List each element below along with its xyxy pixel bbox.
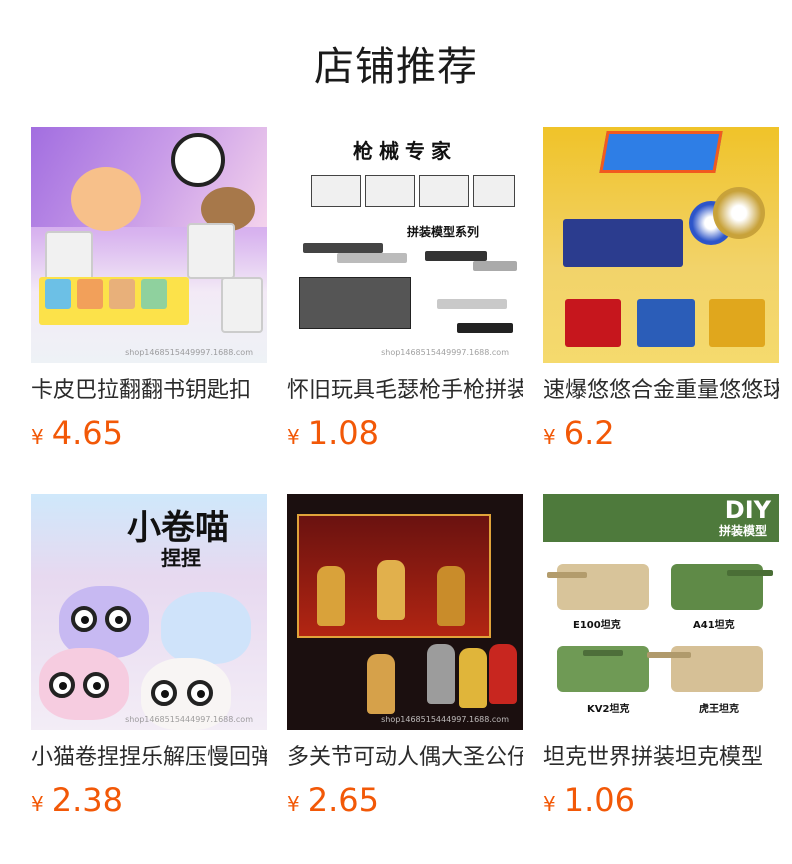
series-label: 拼装模型系列 xyxy=(407,225,480,239)
cat-eye xyxy=(49,672,75,698)
figure xyxy=(317,566,345,626)
brand-logo xyxy=(599,131,723,173)
display-row xyxy=(563,219,683,267)
currency-symbol: ¥ xyxy=(287,425,300,449)
product-name[interactable]: 速爆悠悠合金重量悠悠球 xyxy=(543,377,779,405)
product-card[interactable]: shop1468515449997.1688.com 卡皮巴拉翻翻书钥匙扣 ¥4… xyxy=(31,127,267,457)
diy-badge: DIY xyxy=(724,496,771,524)
product-price: ¥6.2 xyxy=(543,415,779,457)
tank-model xyxy=(557,564,649,610)
keychain-box xyxy=(141,279,167,309)
product-price: ¥1.06 xyxy=(543,782,779,824)
tank-label: A41坦克 xyxy=(693,620,735,631)
figure xyxy=(377,560,405,620)
product-image[interactable]: shop1468515449997.1688.com xyxy=(31,127,267,363)
yoyo xyxy=(713,187,765,239)
gun-box xyxy=(473,175,515,207)
pistol-model xyxy=(473,261,517,271)
image-subtitle: 捏捏 xyxy=(161,546,201,570)
cat-illustration xyxy=(71,167,141,231)
display-crate xyxy=(299,277,411,329)
product-price: ¥2.65 xyxy=(287,782,523,824)
price-value: 6.2 xyxy=(563,414,615,452)
tank-label: 虎王坦克 xyxy=(699,704,739,715)
watermark: shop1468515444997.1688.com xyxy=(125,715,253,724)
price-value: 4.65 xyxy=(51,414,123,452)
product-card[interactable]: 枪械专家 拼装模型系列 shop1468515449997.1688.com 怀… xyxy=(287,127,523,457)
figure xyxy=(489,644,517,704)
cat-eye xyxy=(105,606,131,632)
yoyo-package xyxy=(709,299,765,347)
product-price: ¥4.65 xyxy=(31,415,267,457)
gun-box xyxy=(311,175,361,207)
yoyo-package xyxy=(637,299,695,347)
product-price: ¥2.38 xyxy=(31,782,267,824)
cat-squishy xyxy=(161,592,251,664)
pistol-model xyxy=(437,299,507,309)
tank-barrel xyxy=(583,650,623,656)
product-card[interactable]: DIY 拼装模型 E100坦克 A41坦克 KV2坦克 虎王坦克 坦克世界拼装坦… xyxy=(543,494,779,824)
revolver-model xyxy=(457,323,513,333)
product-image[interactable]: 小卷喵 捏捏 shop1468515444997.1688.com xyxy=(31,494,267,730)
pistol-model xyxy=(303,243,383,253)
gun-box xyxy=(365,175,415,207)
package-box xyxy=(187,223,235,279)
tank-label: KV2坦克 xyxy=(587,704,630,715)
price-value: 2.38 xyxy=(51,781,123,819)
currency-symbol: ¥ xyxy=(287,792,300,816)
tank-barrel xyxy=(547,572,587,578)
price-value: 2.65 xyxy=(307,781,379,819)
section-title: 店铺推荐 xyxy=(314,44,478,90)
image-heading: 枪械专家 xyxy=(353,139,457,163)
keychain-box xyxy=(77,279,103,309)
figure xyxy=(459,648,487,708)
price-value: 1.06 xyxy=(563,781,635,819)
currency-symbol: ¥ xyxy=(543,792,556,816)
product-name[interactable]: 卡皮巴拉翻翻书钥匙扣 xyxy=(31,377,267,405)
product-image[interactable]: DIY 拼装模型 E100坦克 A41坦克 KV2坦克 虎王坦克 xyxy=(543,494,779,730)
product-name[interactable]: 多关节可动人偶大圣公仔 xyxy=(287,744,523,772)
pistol-model xyxy=(337,253,407,263)
yoyo-package xyxy=(565,299,621,347)
product-image[interactable]: 枪械专家 拼装模型系列 shop1468515449997.1688.com xyxy=(287,127,523,363)
currency-symbol: ¥ xyxy=(31,425,44,449)
watermark: shop1468515444997.1688.com xyxy=(381,715,509,724)
figure xyxy=(437,566,465,626)
product-image[interactable]: shop1468515444997.1688.com xyxy=(287,494,523,730)
tank-label: E100坦克 xyxy=(573,620,621,631)
figure xyxy=(367,654,395,714)
tank-barrel xyxy=(647,652,691,658)
product-name[interactable]: 小猫卷捏捏乐解压慢回弹玩具 xyxy=(31,744,267,772)
gun-box xyxy=(419,175,469,207)
cat-eye xyxy=(83,672,109,698)
price-value: 1.08 xyxy=(307,414,379,452)
panda-illustration xyxy=(171,133,225,187)
watermark: shop1468515449997.1688.com xyxy=(381,348,509,357)
currency-symbol: ¥ xyxy=(31,792,44,816)
package-box xyxy=(221,277,263,333)
product-name[interactable]: 坦克世界拼装坦克模型 xyxy=(543,744,779,772)
cat-eye xyxy=(151,680,177,706)
diy-subtitle: 拼装模型 xyxy=(718,524,767,538)
product-card[interactable]: shop1468515444997.1688.com 多关节可动人偶大圣公仔 ¥… xyxy=(287,494,523,824)
product-card[interactable]: 速爆悠悠合金重量悠悠球 ¥6.2 xyxy=(543,127,779,457)
keychain-box xyxy=(109,279,135,309)
tank-barrel xyxy=(727,570,773,576)
keychain-box xyxy=(45,279,71,309)
product-price: ¥1.08 xyxy=(287,415,523,457)
cat-eye xyxy=(71,606,97,632)
currency-symbol: ¥ xyxy=(543,425,556,449)
cat-eye xyxy=(187,680,213,706)
figure xyxy=(427,644,455,704)
watermark: shop1468515449997.1688.com xyxy=(125,348,253,357)
product-image[interactable] xyxy=(543,127,779,363)
product-name[interactable]: 怀旧玩具毛瑟枪手枪拼装模型 xyxy=(287,377,523,405)
pistol-model xyxy=(425,251,487,261)
product-card[interactable]: 小卷喵 捏捏 shop1468515444997.1688.com 小猫卷捏捏乐… xyxy=(31,494,267,824)
